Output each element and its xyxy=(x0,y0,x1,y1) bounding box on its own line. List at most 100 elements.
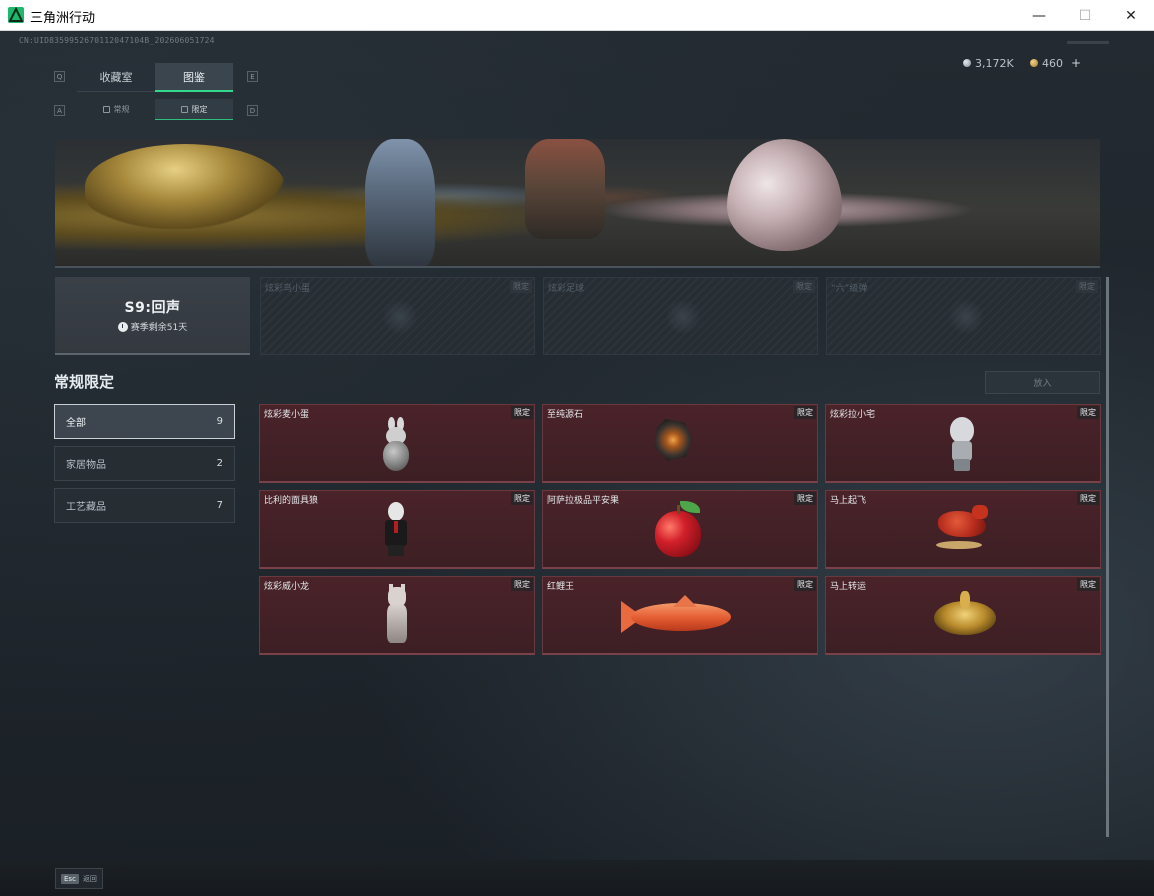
limited-badge: 限定 xyxy=(511,492,533,505)
category-label: 工艺藏品 xyxy=(66,502,106,513)
bunny-figure-icon xyxy=(380,417,412,472)
red-horse-icon xyxy=(934,505,994,553)
category-count: 7 xyxy=(216,500,223,511)
minimize-button[interactable]: — xyxy=(1016,0,1062,31)
season-banner-image xyxy=(55,139,1100,268)
season-remaining-text: 赛季剩余51天 xyxy=(130,323,188,333)
limited-icon xyxy=(180,105,188,113)
item-name: 比利的面具狼 xyxy=(264,496,319,506)
limited-badge: 限定 xyxy=(1077,492,1099,505)
red-apple-icon xyxy=(655,501,705,559)
collection-item-card[interactable]: 马上起飞 限定 xyxy=(825,490,1101,569)
collection-item-card[interactable]: 红鲤王 限定 xyxy=(542,576,818,655)
pearl-egg-art xyxy=(727,139,842,251)
silver-coin-icon xyxy=(963,59,971,67)
section-title: 常规限定 xyxy=(54,373,115,391)
esc-key-hint: Esc xyxy=(61,873,79,884)
key-hint-e: E xyxy=(247,71,258,82)
collection-item-card[interactable]: 炫彩拉小宅 限定 xyxy=(825,404,1101,483)
maximize-button[interactable]: ☐ xyxy=(1062,0,1108,31)
category-label: 家居物品 xyxy=(66,460,106,471)
puppet-figure-icon xyxy=(381,502,411,557)
currency-gold-value: 460 xyxy=(1042,56,1063,70)
category-count: 9 xyxy=(216,416,223,427)
tab-limited[interactable]: 限定 xyxy=(155,99,233,120)
back-button[interactable]: Esc 返回 xyxy=(55,868,103,889)
player-uid: CN:UID8359952670112047104B_202606051724 xyxy=(19,36,215,45)
key-hint-d: D xyxy=(247,105,258,116)
tab-catalog[interactable]: 图鉴 xyxy=(155,63,233,92)
back-label: 返回 xyxy=(82,874,97,883)
limited-badge: 限定 xyxy=(793,280,815,293)
season-card: S9:回声 赛季剩余51天 xyxy=(55,277,250,355)
red-carp-icon xyxy=(621,593,741,639)
category-all[interactable]: 全部 9 xyxy=(54,404,235,439)
currency-gold[interactable]: 460 + xyxy=(1030,53,1081,73)
banner-edge xyxy=(55,266,1100,268)
locked-item-name: 炫彩鸟小蛋 xyxy=(265,284,311,294)
gold-coin-icon xyxy=(1030,59,1038,67)
item-name: 阿萨拉极品平安果 xyxy=(547,496,620,506)
locked-item-name: 炫彩足球 xyxy=(548,284,585,294)
game-viewport: CN:UID8359952670112047104B_202606051724 … xyxy=(0,31,1154,896)
app-logo-icon xyxy=(8,7,24,23)
place-button[interactable]: 放入 xyxy=(985,371,1100,394)
category-crafts[interactable]: 工艺藏品 7 xyxy=(54,488,235,523)
season-remaining: 赛季剩余51天 xyxy=(117,320,188,333)
limited-badge: 限定 xyxy=(1077,406,1099,419)
limited-badge: 限定 xyxy=(510,280,532,293)
item-name: 红鲤王 xyxy=(547,582,575,592)
category-count: 2 xyxy=(216,458,223,469)
limited-badge: 限定 xyxy=(511,406,533,419)
item-name: 炫彩威小龙 xyxy=(264,582,310,592)
stone-bust-icon xyxy=(384,584,410,645)
ghost-figure-icon xyxy=(946,413,976,473)
collection-item-card[interactable]: 马上转运 限定 xyxy=(825,576,1101,655)
soldier-figure-art xyxy=(525,139,605,239)
locked-item-name: “六”级弹 xyxy=(831,284,868,294)
category-label: 全部 xyxy=(66,418,86,429)
locked-item-silhouette-icon xyxy=(949,298,983,336)
tab-limited-label: 限定 xyxy=(191,104,208,114)
gold-coin-item-icon xyxy=(934,591,996,637)
add-currency-button[interactable]: + xyxy=(1071,56,1081,70)
item-name: 马上转运 xyxy=(830,582,867,592)
close-button[interactable]: ✕ xyxy=(1108,0,1154,31)
collection-item-card[interactable]: 阿萨拉极品平安果 限定 xyxy=(542,490,818,569)
window-title: 三角洲行动 xyxy=(30,11,96,26)
clock-icon xyxy=(117,321,128,332)
tab-regular-label: 常规 xyxy=(113,105,130,114)
top-decor-line xyxy=(1067,41,1109,44)
currency-silver[interactable]: 3,172K xyxy=(963,53,1014,73)
key-hint-a: A xyxy=(54,105,65,116)
currency-silver-value: 3,172K xyxy=(975,56,1014,70)
tab-regular[interactable]: 常规 xyxy=(77,99,155,120)
tab-collection-room[interactable]: 收藏室 xyxy=(77,63,155,92)
limited-badge: 限定 xyxy=(794,578,816,591)
astronaut-figure-art xyxy=(365,139,435,268)
locked-item-silhouette-icon xyxy=(383,298,417,336)
locked-item-card[interactable]: 炫彩足球 限定 xyxy=(543,277,818,355)
limited-badge: 限定 xyxy=(794,406,816,419)
glowing-stone-icon xyxy=(654,419,692,461)
window-titlebar: 三角洲行动 — ☐ ✕ xyxy=(0,0,1154,31)
locked-item-card[interactable]: 炫彩鸟小蛋 限定 xyxy=(260,277,535,355)
regular-icon xyxy=(102,106,110,113)
category-home-items[interactable]: 家居物品 2 xyxy=(54,446,235,481)
item-name: 炫彩拉小宅 xyxy=(830,410,876,420)
limited-badge: 限定 xyxy=(1077,578,1099,591)
item-name: 炫彩麦小蛋 xyxy=(264,410,310,420)
locked-item-silhouette-icon xyxy=(666,298,700,336)
item-name: 至纯源石 xyxy=(547,410,584,420)
limited-badge: 限定 xyxy=(511,578,533,591)
locked-item-card[interactable]: “六”级弹 限定 xyxy=(826,277,1101,355)
collection-item-card[interactable]: 至纯源石 限定 xyxy=(542,404,818,483)
key-hint-q: Q xyxy=(54,71,65,82)
golden-turtle-art xyxy=(85,144,285,229)
collection-item-card[interactable]: 炫彩威小龙 限定 xyxy=(259,576,535,655)
collection-item-card[interactable]: 炫彩麦小蛋 限定 xyxy=(259,404,535,483)
bottom-bar xyxy=(0,860,1154,896)
scrollbar[interactable] xyxy=(1106,277,1109,837)
item-name: 马上起飞 xyxy=(830,496,867,506)
collection-item-card[interactable]: 比利的面具狼 限定 xyxy=(259,490,535,569)
